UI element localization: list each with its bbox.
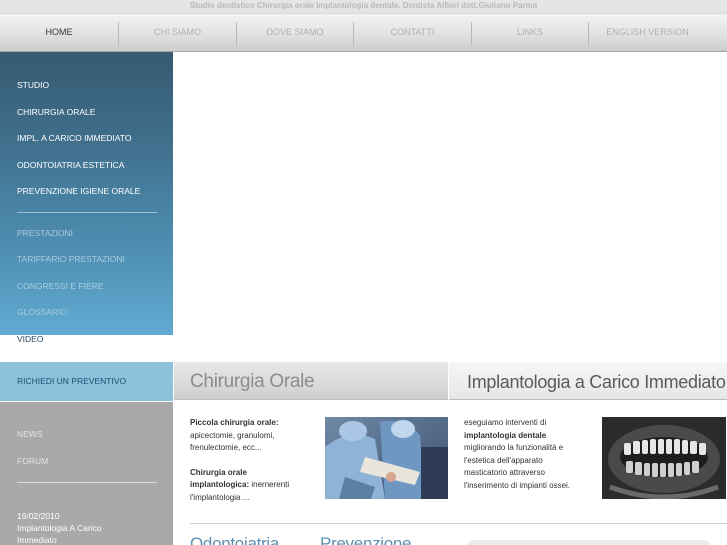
nav-links[interactable]: LINKS — [472, 14, 588, 51]
implantologia-description: eseguiamo interventi di implantologia de… — [464, 417, 599, 492]
nav-contatti[interactable]: CONTATTI — [354, 14, 471, 51]
chirurgia-bold-2: Chirurgia orale — [190, 467, 247, 477]
content-divider — [190, 523, 727, 524]
news-headline[interactable]: Implantologia A Carico — [17, 522, 102, 534]
section-title-chirurgia[interactable]: Chirurgia Orale — [190, 369, 315, 395]
impl-line: masticatorio attraverso — [464, 468, 545, 477]
sidebar-item-news[interactable]: NEWS — [17, 429, 43, 440]
nav-home[interactable]: HOME — [0, 14, 118, 51]
news-divider — [17, 482, 157, 483]
xray-photo-image — [602, 417, 726, 499]
sidebar-item-chirurgia-orale[interactable]: CHIRURGIA ORALE — [17, 107, 95, 118]
sidebar-item-prevenzione-igiene-orale[interactable]: PREVENZIONE IGIENE ORALE — [17, 186, 140, 197]
placeholder-bar — [468, 540, 710, 545]
sidebar-item-prestazioni[interactable]: PRESTAZIONI — [17, 228, 73, 239]
chirurgia-line: inernerenti — [251, 480, 290, 489]
impl-line: l'estetica dell'apparato — [464, 455, 543, 465]
impl-line: eseguiamo interventi di — [464, 418, 547, 427]
section-title-prevenzione[interactable]: Prevenzione — [320, 534, 412, 545]
impl-line: l'inserimento di impianti ossei. — [464, 480, 571, 490]
impl-line: migliorando la funzionalità e — [464, 443, 564, 452]
preventivo-button[interactable]: RICHIEDI UN PREVENTIVO — [0, 362, 173, 401]
section-title-implantologia[interactable]: Implantologia a Carico Immediato — [467, 369, 726, 395]
nav-dove-siamo[interactable]: DOVE SIAMO — [237, 14, 353, 51]
news-date: 19/02/2010 — [17, 511, 60, 521]
site-title: Studio dentistico Chirurgia orale Implan… — [189, 1, 538, 10]
sidebar-item-tariffario[interactable]: TARIFFARIO PRESTAZIONI — [17, 254, 125, 265]
chirurgia-line: frenulectomie, ecc... — [190, 443, 262, 452]
impl-bold: implantologia dentale — [464, 430, 547, 440]
top-header-bar: Studio dentistico Chirurgia orale Implan… — [0, 0, 727, 13]
sidebar-divider — [17, 212, 157, 213]
sidebar-item-glossario[interactable]: GLOSSARIO — [17, 307, 67, 318]
chirurgia-bold-3: implantologica: — [190, 480, 250, 489]
section-title-odontoiatria[interactable]: Odontoiatria — [190, 534, 279, 545]
main-nav: HOME CHI SIAMO DOVE SIAMO CONTATTI LINKS… — [0, 13, 727, 52]
chirurgia-bold-1: Piccola chirurgia orale: — [190, 418, 279, 427]
sidebar-item-studio[interactable]: STUDIO — [17, 80, 49, 91]
sidebar-item-impl-carico-immediato[interactable]: IMPL. A CARICO IMMEDIATO — [17, 133, 131, 144]
chirurgia-line: l'implantologia ... — [190, 492, 250, 502]
xray-photo — [602, 417, 726, 499]
preventivo-label: RICHIEDI UN PREVENTIVO — [17, 376, 127, 386]
sidebar-item-congressi[interactable]: CONGRESSI E FIERE — [17, 281, 103, 292]
surgery-photo-image — [325, 417, 448, 499]
nav-chi-siamo[interactable]: CHI SIAMO — [119, 14, 236, 51]
chirurgia-line: apicectomie, granulomi, — [190, 430, 275, 440]
sidebar-item-forum[interactable]: FORUM — [17, 456, 48, 467]
chirurgia-description: Piccola chirurgia orale: apicectomie, gr… — [190, 417, 320, 504]
sidebar-item-odontoiatria-estetica[interactable]: ODONTOIATRIA ESTETICA — [17, 160, 124, 171]
news-headline-cont[interactable]: Immediato — [17, 534, 57, 545]
nav-english-version[interactable]: ENGLISH VERSION — [589, 14, 706, 51]
surgery-photo — [325, 417, 448, 499]
sidebar-item-video[interactable]: VIDEO — [17, 334, 43, 345]
